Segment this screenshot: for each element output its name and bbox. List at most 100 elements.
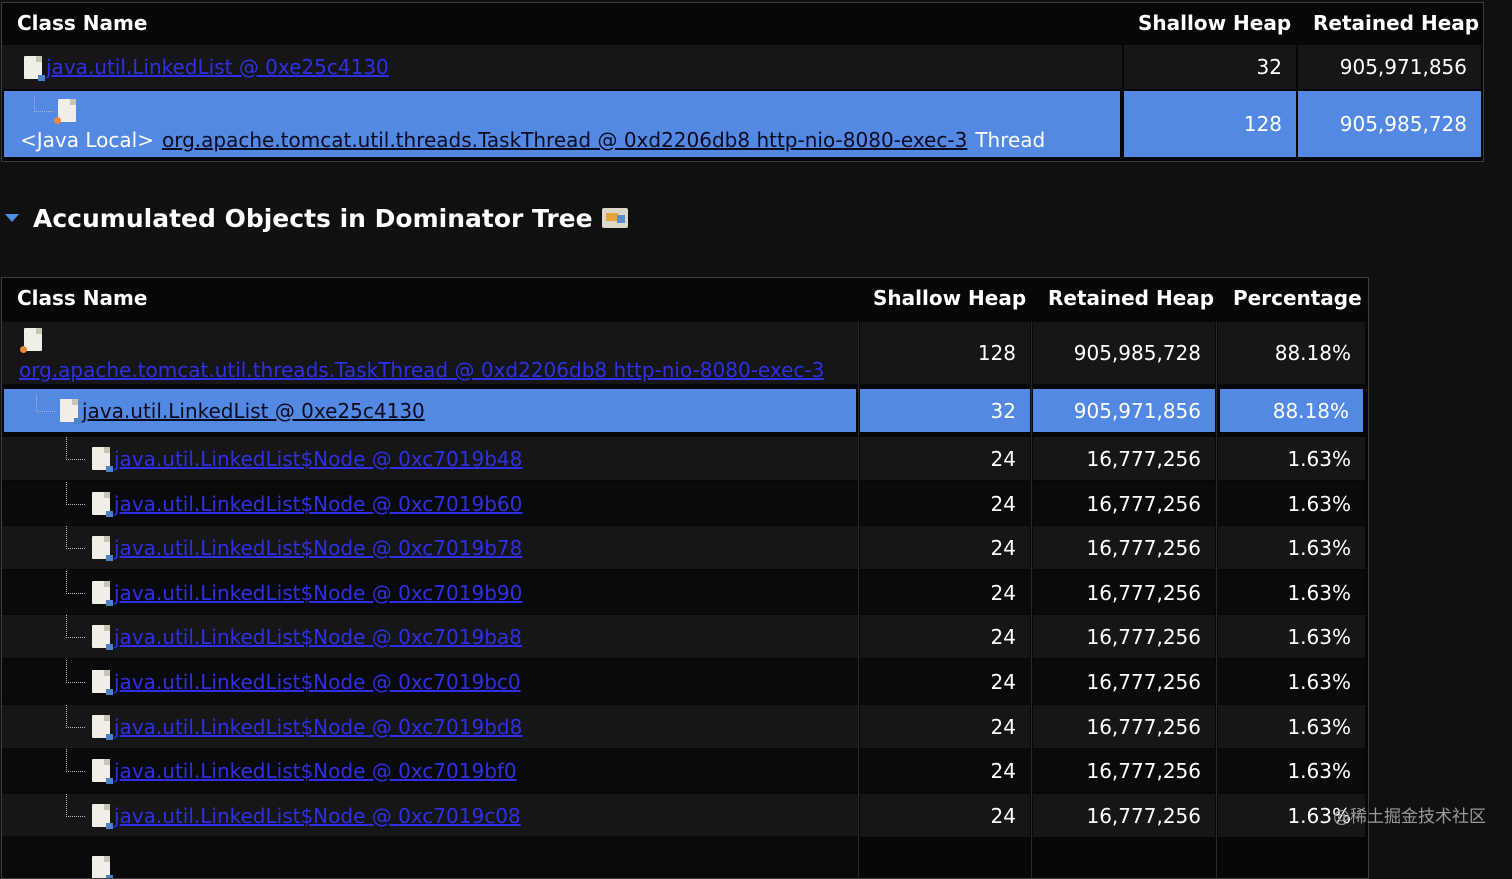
tree-connector (66, 615, 85, 638)
retained-heap-cell: 905,985,728 (1033, 322, 1215, 384)
shallow-heap-cell: 24 (860, 705, 1030, 748)
node-link[interactable]: java.util.LinkedList$Node @ 0xc7019bf0 (114, 759, 517, 783)
shallow-heap-cell: 32 (860, 389, 1030, 432)
percentage-cell: 88.18% (1218, 322, 1365, 384)
watermark: @稀土掘金技术社区 (1333, 807, 1486, 827)
object-table: Class Name Shallow Heap Retained Heap ja… (1, 2, 1484, 162)
table-row[interactable]: java.util.LinkedList$Node @ 0xc7019bf0 (2, 749, 858, 792)
shallow-heap-cell: 24 (860, 660, 1030, 703)
table-row[interactable]: java.util.LinkedList$Node @ 0xc7019b78 (2, 526, 858, 569)
retained-heap-cell: 16,777,256 (1033, 437, 1215, 480)
retained-heap-cell: 905,971,856 (1298, 45, 1481, 89)
tree-connector (66, 660, 85, 683)
node-link[interactable]: java.util.LinkedList$Node @ 0xc7019c08 (114, 804, 521, 828)
table-row[interactable]: java.util.LinkedList$Node @ 0xc7019bc0 (2, 660, 858, 703)
tree-connector (34, 97, 53, 112)
object-icon (92, 715, 113, 740)
percentage-cell: 1.63% (1218, 705, 1365, 748)
table-row[interactable]: java.util.LinkedList @ 0xe25c4130 (2, 45, 1122, 89)
tree-connector (66, 482, 85, 505)
object-icon (92, 670, 113, 695)
percentage-cell: 1.63% (1218, 660, 1365, 703)
table-row-partial (2, 836, 858, 878)
object-link[interactable]: java.util.LinkedList @ 0xe25c4130 (82, 399, 425, 423)
node-link[interactable]: java.util.LinkedList$Node @ 0xc7019b60 (114, 492, 522, 516)
object-link[interactable]: java.util.LinkedList @ 0xe25c4130 (46, 55, 389, 79)
tree-connector (66, 571, 85, 594)
dominator-tree-icon[interactable] (601, 208, 628, 228)
object-icon (92, 581, 113, 606)
tree-connector (66, 749, 85, 772)
column-divider (1031, 322, 1032, 878)
node-link[interactable]: java.util.LinkedList$Node @ 0xc7019b90 (114, 581, 522, 605)
object-icon (92, 855, 113, 878)
percentage-cell: 1.63% (1218, 615, 1365, 658)
table-row[interactable]: java.util.LinkedList$Node @ 0xc7019c08 (2, 794, 858, 837)
table-row[interactable]: java.util.LinkedList$Node @ 0xc7019ba8 (2, 615, 858, 658)
shallow-heap-cell: 24 (860, 615, 1030, 658)
col-header-percentage[interactable]: Percentage (1233, 286, 1362, 310)
retained-heap-cell: 16,777,256 (1033, 482, 1215, 525)
thread-icon (20, 328, 42, 353)
node-link[interactable]: java.util.LinkedList$Node @ 0xc7019bd8 (114, 715, 522, 739)
col-header-shallow-heap[interactable]: Shallow Heap (873, 286, 1026, 310)
object-icon (92, 447, 113, 472)
collapse-triangle-icon[interactable] (5, 214, 19, 222)
col-header-shallow-heap[interactable]: Shallow Heap (1138, 11, 1291, 35)
percentage-cell: 1.63% (1218, 482, 1365, 525)
retained-heap-cell: 16,777,256 (1033, 794, 1215, 837)
table-row[interactable]: java.util.LinkedList$Node @ 0xc7019b48 (2, 437, 858, 480)
col-header-retained-heap[interactable]: Retained Heap (1313, 11, 1479, 35)
retained-heap-cell: 905,985,728 (1298, 91, 1481, 157)
tree-connector (36, 395, 55, 412)
percentage-cell: 1.63% (1218, 571, 1365, 614)
column-divider (1216, 322, 1217, 878)
object-icon (92, 536, 113, 561)
node-link[interactable]: java.util.LinkedList$Node @ 0xc7019ba8 (114, 625, 522, 649)
node-link[interactable]: java.util.LinkedList$Node @ 0xc7019bc0 (114, 670, 521, 694)
thread-link[interactable]: org.apache.tomcat.util.threads.TaskThrea… (19, 358, 824, 382)
object-icon (24, 55, 45, 81)
percentage-cell: 88.18% (1220, 389, 1363, 432)
table-row[interactable]: java.util.LinkedList$Node @ 0xc7019b90 (2, 571, 858, 614)
shallow-heap-cell: 128 (860, 322, 1030, 384)
column-divider (858, 322, 859, 878)
shallow-heap-cell: 24 (860, 749, 1030, 792)
col-header-retained-heap[interactable]: Retained Heap (1048, 286, 1214, 310)
tree-connector (66, 794, 85, 817)
percentage-cell: 1.63% (1218, 526, 1365, 569)
node-link[interactable]: java.util.LinkedList$Node @ 0xc7019b48 (114, 447, 522, 471)
table-row-selected[interactable]: <Java Local> org.apache.tomcat.util.thre… (4, 91, 1120, 157)
retained-heap-cell: 16,777,256 (1033, 526, 1215, 569)
retained-heap-cell: 905,971,856 (1033, 389, 1215, 432)
object-icon (92, 804, 113, 829)
retained-heap-cell: 16,777,256 (1033, 660, 1215, 703)
table-row[interactable]: java.util.LinkedList$Node @ 0xc7019bd8 (2, 705, 858, 748)
object-icon (60, 399, 81, 424)
section-title: Accumulated Objects in Dominator Tree (33, 203, 593, 233)
shallow-heap-cell: 24 (860, 482, 1030, 525)
col-header-class-name[interactable]: Class Name (17, 11, 147, 35)
node-link[interactable]: java.util.LinkedList$Node @ 0xc7019b78 (114, 536, 522, 560)
shallow-heap-cell: 24 (860, 571, 1030, 614)
thread-link[interactable]: org.apache.tomcat.util.threads.TaskThrea… (162, 128, 967, 152)
percentage-cell: 1.63% (1218, 437, 1365, 480)
col-header-class-name[interactable]: Class Name (17, 286, 147, 310)
table-row-selected[interactable]: java.util.LinkedList @ 0xe25c4130 (4, 389, 856, 432)
java-local-label: <Java Local> (20, 128, 154, 152)
shallow-heap-cell: 32 (1124, 45, 1296, 89)
thread-icon (54, 99, 76, 124)
retained-heap-cell: 16,777,256 (1033, 615, 1215, 658)
shallow-heap-cell: 24 (860, 526, 1030, 569)
object-icon (92, 492, 113, 517)
table-row[interactable]: java.util.LinkedList$Node @ 0xc7019b60 (2, 482, 858, 525)
shallow-heap-cell: 24 (860, 794, 1030, 837)
thread-type-label: Thread (975, 128, 1046, 152)
dominator-table: Class Name Shallow Heap Retained Heap Pe… (1, 277, 1369, 879)
section-header[interactable]: Accumulated Objects in Dominator Tree (0, 198, 628, 238)
retained-heap-cell: 16,777,256 (1033, 571, 1215, 614)
table-row[interactable]: org.apache.tomcat.util.threads.TaskThrea… (2, 322, 858, 384)
object-icon (92, 625, 113, 650)
retained-heap-cell: 16,777,256 (1033, 705, 1215, 748)
shallow-heap-cell: 24 (860, 437, 1030, 480)
